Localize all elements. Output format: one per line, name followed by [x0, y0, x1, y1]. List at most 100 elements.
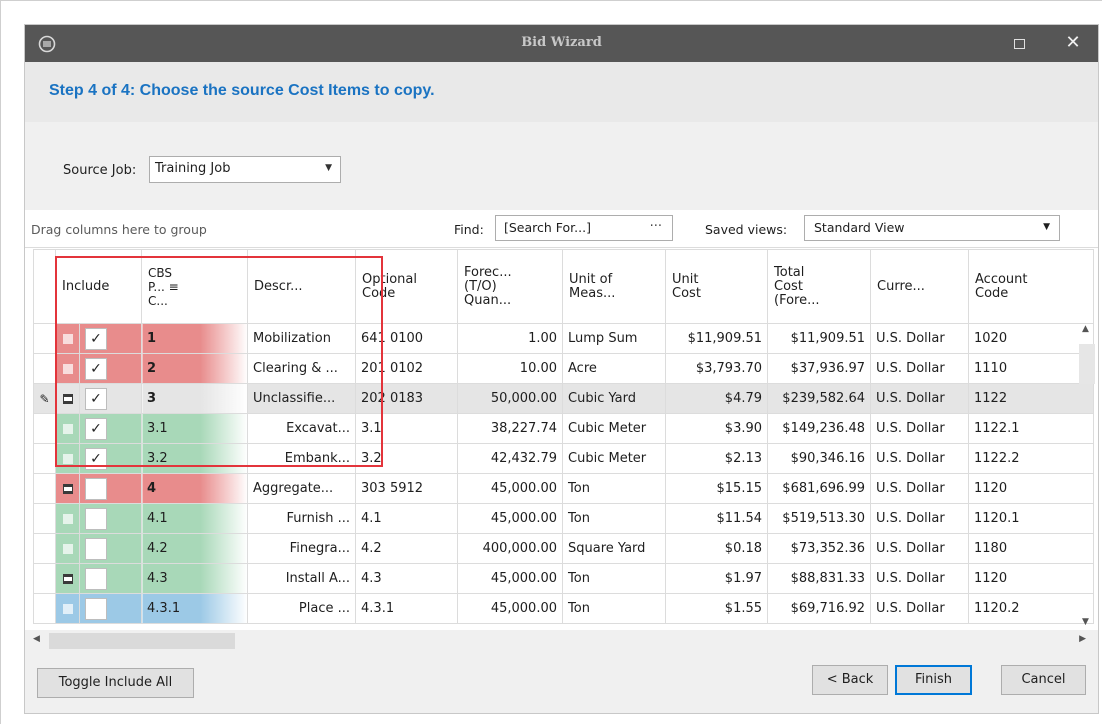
- account-code-cell[interactable]: 1120: [968, 473, 1095, 504]
- total-cost-cell[interactable]: $681,696.99: [767, 473, 872, 504]
- row-indicator[interactable]: [33, 503, 56, 534]
- row-expander[interactable]: [55, 323, 80, 354]
- quantity-cell[interactable]: 400,000.00: [457, 533, 564, 564]
- cbs-cell[interactable]: 1: [141, 323, 249, 354]
- cbs-cell[interactable]: 4.3: [141, 563, 249, 594]
- total-cost-cell[interactable]: $11,909.51: [767, 323, 872, 354]
- table-row[interactable]: 4.3 Install A... 4.3 45,000.00 Ton $1.97 $88,8…: [33, 563, 1095, 594]
- unit-of-measure-cell[interactable]: Lump Sum: [562, 323, 667, 354]
- column-header-unit-of-measure[interactable]: Unit of Meas...: [562, 249, 667, 324]
- quantity-cell[interactable]: 45,000.00: [457, 473, 564, 504]
- description-cell[interactable]: Install A...: [247, 563, 357, 594]
- column-header-forecast-quantity[interactable]: Forec... (T/O) Quan...: [457, 249, 564, 324]
- group-by-drop-zone[interactable]: Drag columns here to group: [31, 222, 207, 237]
- column-header-optional-code[interactable]: Optional Code: [355, 249, 459, 324]
- row-expander[interactable]: [55, 533, 80, 564]
- include-checkbox[interactable]: ✓: [85, 327, 107, 350]
- table-row[interactable]: 4.3.1 Place ... 4.3.1 45,000.00 Ton $1.55 $69,…: [33, 593, 1095, 624]
- cbs-cell[interactable]: 4.3.1: [141, 593, 249, 624]
- optional-code-cell[interactable]: 202 0183: [355, 383, 459, 414]
- include-checkbox[interactable]: ✓: [85, 357, 107, 380]
- include-checkbox-cell[interactable]: [78, 533, 143, 564]
- include-checkbox-cell[interactable]: [78, 563, 143, 594]
- quantity-cell[interactable]: 45,000.00: [457, 563, 564, 594]
- quantity-cell[interactable]: 10.00: [457, 353, 564, 384]
- account-code-cell[interactable]: 1120.1: [968, 503, 1095, 534]
- column-header-total-cost[interactable]: Total Cost (Fore...: [767, 249, 872, 324]
- total-cost-cell[interactable]: $88,831.33: [767, 563, 872, 594]
- account-code-cell[interactable]: 1020: [968, 323, 1095, 354]
- scroll-up-icon[interactable]: ▲: [1082, 324, 1089, 334]
- currency-cell[interactable]: U.S. Dollar: [870, 413, 970, 444]
- cbs-cell[interactable]: 4: [141, 473, 249, 504]
- unit-cost-cell[interactable]: $0.18: [665, 533, 769, 564]
- table-row[interactable]: ✓ 3.2 Embank... 3.2 42,432.79 Cubic Meter $2.1…: [33, 443, 1095, 474]
- quantity-cell[interactable]: 45,000.00: [457, 503, 564, 534]
- description-cell[interactable]: Furnish ...: [247, 503, 357, 534]
- quantity-cell[interactable]: 38,227.74: [457, 413, 564, 444]
- row-expander[interactable]: [55, 383, 80, 414]
- unit-cost-cell[interactable]: $4.79: [665, 383, 769, 414]
- total-cost-cell[interactable]: $73,352.36: [767, 533, 872, 564]
- column-header-unit-cost[interactable]: Unit Cost: [665, 249, 769, 324]
- cbs-cell[interactable]: 4.2: [141, 533, 249, 564]
- unit-of-measure-cell[interactable]: Cubic Yard: [562, 383, 667, 414]
- currency-cell[interactable]: U.S. Dollar: [870, 473, 970, 504]
- include-checkbox-cell[interactable]: [78, 473, 143, 504]
- include-checkbox-cell[interactable]: [78, 503, 143, 534]
- currency-cell[interactable]: U.S. Dollar: [870, 383, 970, 414]
- account-code-cell[interactable]: 1122.2: [968, 443, 1095, 474]
- account-code-cell[interactable]: 1110: [968, 353, 1095, 384]
- description-cell[interactable]: Finegra...: [247, 533, 357, 564]
- include-checkbox[interactable]: ✓: [85, 417, 107, 440]
- unit-cost-cell[interactable]: $3.90: [665, 413, 769, 444]
- row-expander[interactable]: [55, 503, 80, 534]
- description-cell[interactable]: Unclassifie...: [247, 383, 357, 414]
- currency-cell[interactable]: U.S. Dollar: [870, 443, 970, 474]
- description-cell[interactable]: Clearing & ...: [247, 353, 357, 384]
- account-code-cell[interactable]: 1120: [968, 563, 1095, 594]
- unit-of-measure-cell[interactable]: Ton: [562, 593, 667, 624]
- include-checkbox-cell[interactable]: ✓: [78, 413, 143, 444]
- table-row[interactable]: ✓ 1 Mobilization 641 0100 1.00 Lump Sum $11,90…: [33, 323, 1095, 354]
- find-input[interactable]: [Search For...] ···: [495, 215, 673, 241]
- unit-of-measure-cell[interactable]: Square Yard: [562, 533, 667, 564]
- include-checkbox[interactable]: [85, 567, 107, 590]
- include-checkbox[interactable]: [85, 597, 107, 620]
- include-checkbox[interactable]: ✓: [85, 387, 107, 410]
- horizontal-scroll-thumb[interactable]: [49, 633, 235, 649]
- unit-cost-cell[interactable]: $11.54: [665, 503, 769, 534]
- total-cost-cell[interactable]: $69,716.92: [767, 593, 872, 624]
- currency-cell[interactable]: U.S. Dollar: [870, 533, 970, 564]
- column-header-cbs[interactable]: CBS P... ≡ C...: [141, 249, 249, 324]
- include-checkbox-cell[interactable]: ✓: [78, 383, 143, 414]
- optional-code-cell[interactable]: 303 5912: [355, 473, 459, 504]
- total-cost-cell[interactable]: $239,582.64: [767, 383, 872, 414]
- optional-code-cell[interactable]: 3.2: [355, 443, 459, 474]
- expand-icon[interactable]: [62, 333, 73, 344]
- optional-code-cell[interactable]: 4.3.1: [355, 593, 459, 624]
- scroll-right-icon[interactable]: ▶: [1079, 634, 1086, 644]
- total-cost-cell[interactable]: $519,513.30: [767, 503, 872, 534]
- vertical-scroll-thumb[interactable]: [1079, 344, 1095, 384]
- include-checkbox-cell[interactable]: ✓: [78, 443, 143, 474]
- unit-cost-cell[interactable]: $2.13: [665, 443, 769, 474]
- unit-of-measure-cell[interactable]: Ton: [562, 473, 667, 504]
- unit-cost-cell[interactable]: $1.55: [665, 593, 769, 624]
- optional-code-cell[interactable]: 4.2: [355, 533, 459, 564]
- scroll-down-icon[interactable]: ▼: [1082, 617, 1089, 627]
- table-row[interactable]: 4 Aggregate... 303 5912 45,000.00 Ton $15.15 $…: [33, 473, 1095, 504]
- unit-cost-cell[interactable]: $11,909.51: [665, 323, 769, 354]
- expand-icon[interactable]: [62, 363, 73, 374]
- include-checkbox-cell[interactable]: [78, 593, 143, 624]
- cbs-cell[interactable]: 3.2: [141, 443, 249, 474]
- optional-code-cell[interactable]: 4.3: [355, 563, 459, 594]
- optional-code-cell[interactable]: 4.1: [355, 503, 459, 534]
- expand-icon[interactable]: [62, 513, 73, 524]
- currency-cell[interactable]: U.S. Dollar: [870, 593, 970, 624]
- cbs-cell[interactable]: 2: [141, 353, 249, 384]
- row-expander[interactable]: [55, 473, 80, 504]
- row-indicator[interactable]: [33, 533, 56, 564]
- unit-of-measure-cell[interactable]: Cubic Meter: [562, 413, 667, 444]
- column-header-include[interactable]: Include: [54, 249, 143, 324]
